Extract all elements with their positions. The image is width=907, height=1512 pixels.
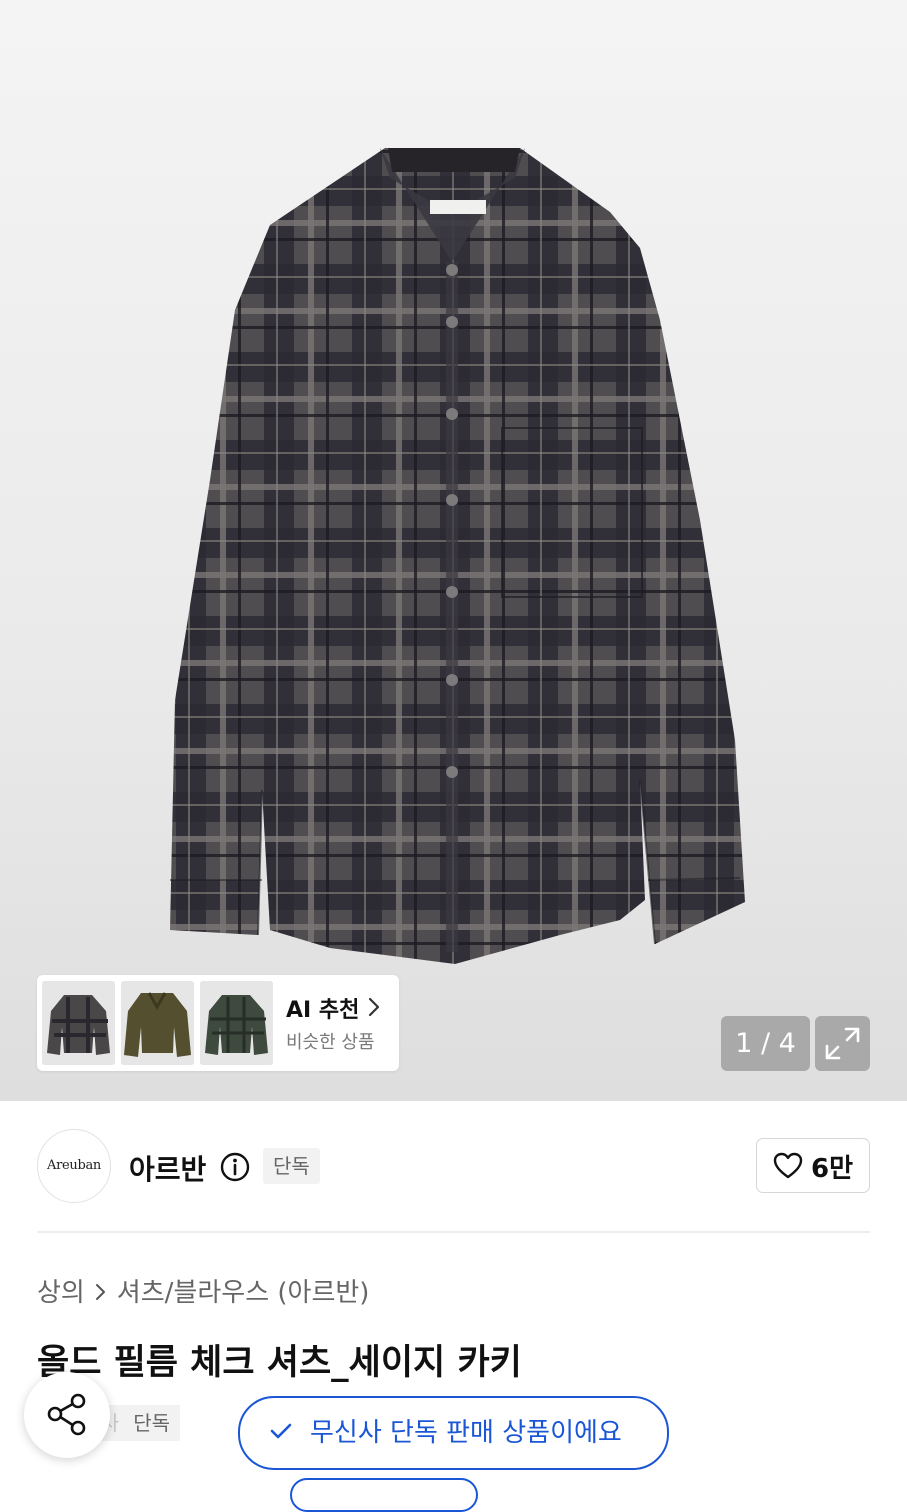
breadcrumb-category[interactable]: 상의: [37, 1278, 85, 1308]
info-icon[interactable]: [219, 1151, 251, 1183]
recommend-thumbnail[interactable]: [121, 981, 194, 1065]
expand-icon: [825, 1027, 860, 1060]
share-icon: [47, 1393, 86, 1436]
breadcrumb-subcategory[interactable]: 셔츠/블라우스 (아르반): [117, 1278, 370, 1308]
like-button[interactable]: 6만: [756, 1138, 870, 1193]
exclusive-toast: 무신사 단독 판매 상품이에요: [238, 1396, 669, 1470]
breadcrumb-chevron-icon: [95, 1278, 107, 1308]
product-main-image: [170, 148, 745, 964]
ai-recommend-title: AI 추천: [286, 998, 360, 1023]
shirt-thumbnail-image: [200, 981, 273, 1065]
shirt-thumbnail-image: [42, 981, 115, 1065]
exclusive-badge: 단독: [263, 1148, 320, 1184]
bottom-button-edge[interactable]: [290, 1478, 478, 1512]
brand-logo[interactable]: Areuban: [37, 1129, 111, 1203]
ai-recommend-subtitle: 비슷한 상품: [286, 1032, 375, 1053]
check-icon: [270, 1423, 292, 1439]
heart-icon: [773, 1152, 803, 1179]
chevron-right-icon: [368, 997, 380, 1017]
expand-image-button[interactable]: [815, 1016, 870, 1071]
recommend-thumbnail[interactable]: [42, 981, 115, 1065]
breadcrumb: 상의 셔츠/블라우스 (아르반): [37, 1272, 369, 1309]
ai-recommend-card[interactable]: AI 추천 비슷한 상품: [37, 975, 399, 1071]
share-button[interactable]: [24, 1372, 110, 1458]
exclusive-tag-label: 단독: [133, 1411, 171, 1435]
brand-name[interactable]: 아르반: [129, 1148, 206, 1188]
toast-message: 무신사 단독 판매 상품이에요: [310, 1418, 622, 1448]
product-image-gallery[interactable]: AI 추천 비슷한 상품 1 / 4: [0, 0, 907, 1101]
section-divider: [37, 1231, 870, 1233]
like-count: 6만: [811, 1154, 854, 1184]
recommend-thumbnail[interactable]: [200, 981, 273, 1065]
shirt-thumbnail-image: [121, 981, 194, 1065]
image-counter: 1 / 4: [721, 1016, 810, 1071]
